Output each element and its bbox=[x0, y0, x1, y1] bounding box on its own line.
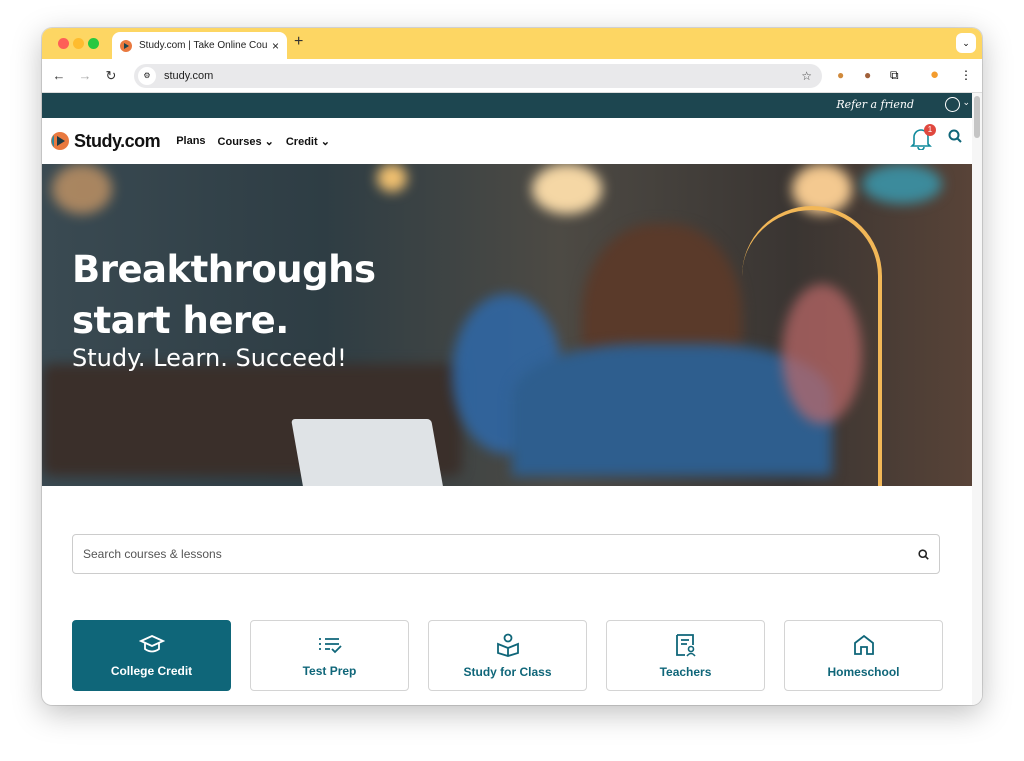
refer-a-friend-link[interactable]: Refer a friend bbox=[836, 98, 914, 111]
browser-toolbar: ← → ↻ ⚙ study.com ☆ ● ● ⧉ ● ⋮ bbox=[42, 59, 982, 93]
search-icon[interactable] bbox=[948, 129, 962, 143]
browser-menu-icon[interactable]: ⋮ bbox=[960, 68, 972, 82]
hero-tagline: Study. Learn. Succeed! bbox=[72, 344, 347, 372]
site-nav: Study.com Plans Courses ⌄ Credit ⌄ 1 bbox=[42, 118, 982, 164]
new-tab-button[interactable]: + bbox=[294, 33, 303, 51]
tile-label: College Credit bbox=[110, 663, 193, 678]
top-strip: Refer a friend ⌄ bbox=[42, 93, 982, 118]
site-logo[interactable]: Study.com bbox=[50, 130, 161, 152]
checklist-icon bbox=[318, 637, 342, 653]
laptop-image bbox=[291, 419, 443, 486]
tile-college-credit[interactable]: College Credit bbox=[72, 620, 231, 691]
hero-line-2: start here. bbox=[72, 299, 289, 342]
search-icon[interactable] bbox=[918, 548, 929, 560]
browser-window: Study.com | Take Online Courses × + ⌄ ← … bbox=[42, 28, 982, 705]
brand-name: Study.com bbox=[74, 130, 161, 151]
tile-label: Test Prep bbox=[302, 663, 357, 678]
study-logo-icon bbox=[51, 132, 69, 150]
back-icon[interactable]: ← bbox=[46, 68, 72, 83]
graduation-cap-icon bbox=[138, 634, 165, 652]
reader-book-icon bbox=[496, 633, 519, 657]
home-icon bbox=[853, 634, 874, 655]
nav-plans[interactable]: Plans bbox=[176, 135, 205, 147]
hero-line-1: Breakthroughs bbox=[72, 248, 376, 291]
search-placeholder: Search courses & lessons bbox=[83, 547, 222, 561]
nav-credit-label: Credit bbox=[285, 135, 318, 148]
hero-banner: Breakthroughs start here. Study. Learn. S… bbox=[42, 164, 982, 486]
nav-courses-label: Courses bbox=[217, 135, 262, 148]
browser-tab[interactable]: Study.com | Take Online Courses × bbox=[112, 32, 287, 59]
chevron-down-icon[interactable]: ⌄ bbox=[962, 97, 970, 108]
extensions-puzzle-icon[interactable]: ⧉ bbox=[890, 68, 899, 83]
tile-label: Homeschool bbox=[827, 664, 900, 679]
cookie-extension-icon-2[interactable]: ● bbox=[864, 68, 871, 82]
tab-title: Study.com | Take Online Courses bbox=[139, 40, 268, 51]
decorative-arc bbox=[742, 206, 882, 486]
tile-teachers[interactable]: Teachers bbox=[606, 620, 765, 691]
forward-icon[interactable]: → bbox=[72, 68, 98, 83]
teacher-doc-icon bbox=[675, 633, 696, 657]
address-bar[interactable]: ⚙ study.com ☆ bbox=[134, 64, 822, 88]
account-icon[interactable] bbox=[945, 97, 960, 112]
notification-badge: 1 bbox=[924, 124, 936, 136]
hero-headline: Breakthroughs start here. bbox=[72, 244, 376, 346]
tile-label: Teachers bbox=[659, 664, 712, 679]
site-settings-icon[interactable]: ⚙ bbox=[138, 67, 156, 85]
tile-test-prep[interactable]: Test Prep bbox=[250, 620, 409, 691]
url-text: study.com bbox=[164, 70, 214, 82]
tab-search-button[interactable]: ⌄ bbox=[956, 33, 976, 53]
profile-avatar[interactable]: ● bbox=[930, 66, 939, 83]
nav-courses[interactable]: Courses ⌄ bbox=[218, 135, 274, 148]
minimize-window-button[interactable] bbox=[73, 38, 84, 49]
nav-credit[interactable]: Credit ⌄ bbox=[286, 135, 330, 148]
reload-icon[interactable]: ↻ bbox=[98, 68, 124, 84]
tab-bar: Study.com | Take Online Courses × + ⌄ bbox=[42, 28, 982, 59]
close-tab-icon[interactable]: × bbox=[272, 39, 279, 53]
bookmark-star-icon[interactable]: ☆ bbox=[801, 69, 812, 83]
search-input[interactable]: Search courses & lessons bbox=[72, 534, 940, 574]
scrollbar-thumb[interactable] bbox=[974, 96, 980, 138]
study-logo-icon bbox=[120, 39, 132, 52]
tile-label: Study for Class bbox=[463, 664, 552, 679]
category-tiles: College Credit Test Prep Study for Class… bbox=[72, 620, 943, 691]
maximize-window-button[interactable] bbox=[88, 38, 99, 49]
cookie-extension-icon[interactable]: ● bbox=[837, 68, 844, 82]
tile-study-for-class[interactable]: Study for Class bbox=[428, 620, 587, 691]
scrollbar[interactable] bbox=[972, 93, 982, 705]
close-window-button[interactable] bbox=[58, 38, 69, 49]
tile-homeschool[interactable]: Homeschool bbox=[784, 620, 943, 691]
